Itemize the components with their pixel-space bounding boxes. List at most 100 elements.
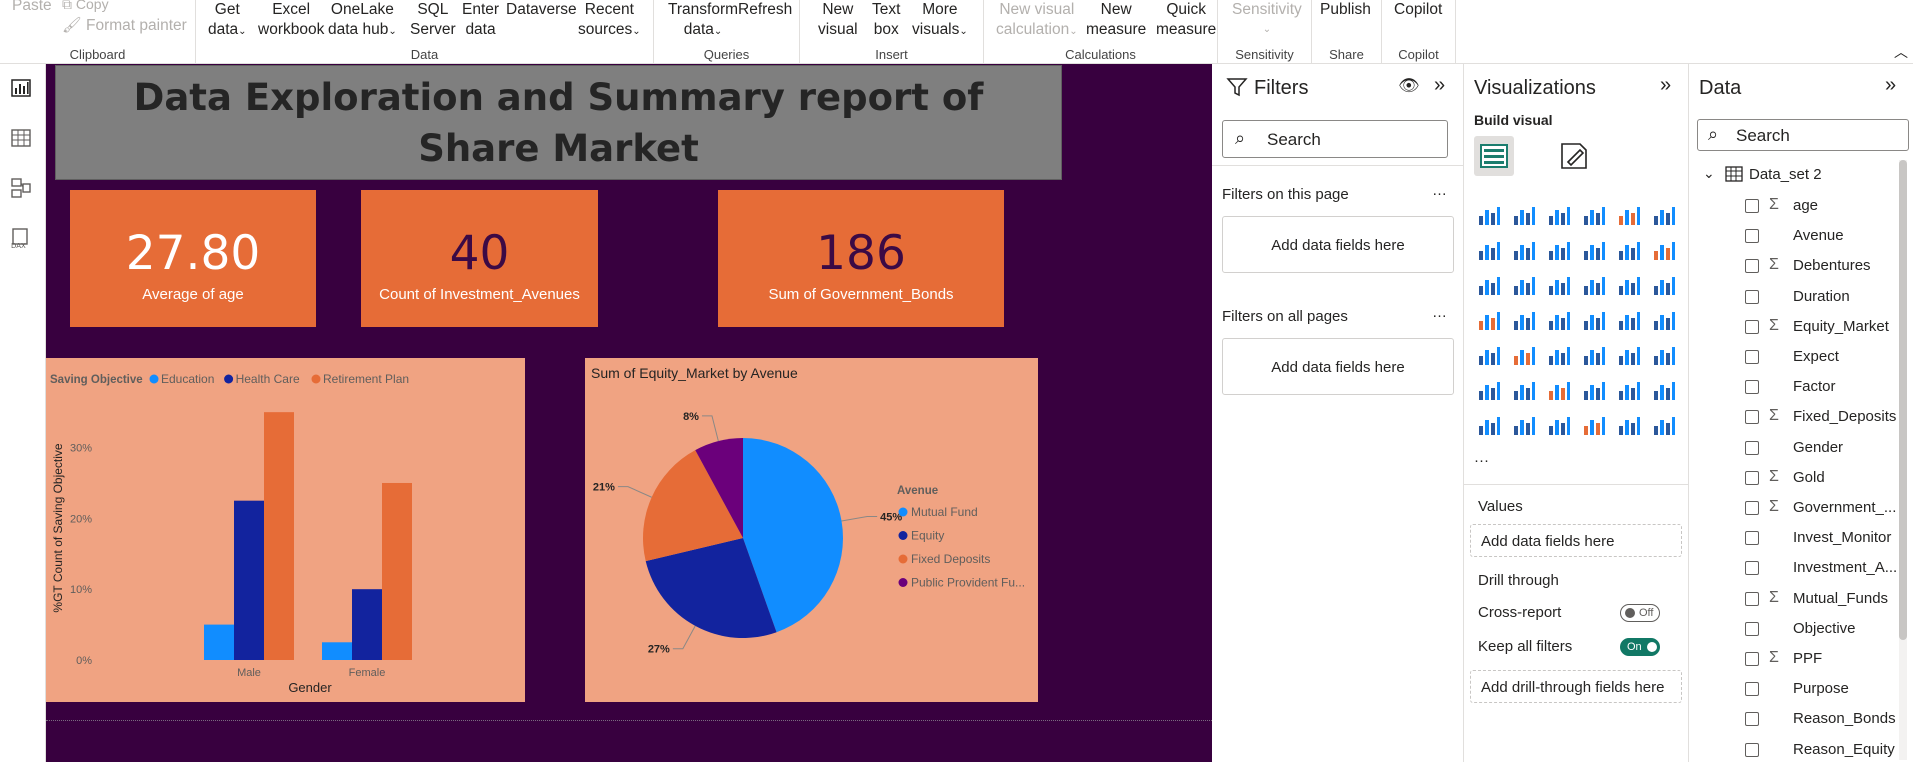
drill-through-drop-zone[interactable]: Add drill-through fields here [1470,670,1682,703]
more-options-icon[interactable]: … [1432,304,1447,321]
paste-button[interactable]: Paste [12,0,52,16]
field-item[interactable]: Gender [1689,434,1913,464]
field-checkbox[interactable] [1745,259,1759,274]
field-checkbox[interactable] [1745,199,1759,213]
get-data-button[interactable]: Get data⌄ [208,0,247,42]
onelake-button[interactable]: OneLake data hub⌄ [328,0,397,42]
field-item[interactable]: Avenue [1689,222,1913,252]
sensitivity-button[interactable]: Sensitivity ⌄ [1232,0,1302,40]
keep-all-filters-toggle[interactable]: On [1620,638,1660,656]
line-visual-icon[interactable] [1476,237,1502,263]
enter-data-button[interactable]: Enter data [462,0,499,40]
copy-button[interactable]: ⧉ Copy [62,0,109,14]
waterfall-visual-icon[interactable] [1616,237,1642,263]
data-search-input[interactable]: ⌕ Search [1697,119,1909,151]
copilot-button[interactable]: Copilot [1394,0,1442,20]
field-checkbox[interactable] [1745,501,1759,515]
field-item[interactable]: Duration [1689,283,1913,313]
report-view-icon[interactable] [10,77,32,99]
card-visual-icon[interactable] [1651,307,1677,333]
field-checkbox[interactable] [1745,380,1759,395]
donut-visual-icon[interactable] [1651,272,1677,298]
field-item[interactable]: Σ PPF [1689,645,1913,675]
collapse-filters-icon[interactable]: » [1434,74,1445,97]
build-visual-tab[interactable] [1474,136,1514,176]
field-checkbox[interactable] [1745,229,1759,244]
treemap-visual-icon[interactable] [1476,307,1502,333]
recent-sources-button[interactable]: Recent sources⌄ [578,0,641,42]
key-influencers-visual-icon[interactable] [1511,377,1537,403]
report-canvas[interactable]: Data Exploration and Summary report of S… [46,64,1212,762]
ribbon-visual-icon[interactable] [1581,237,1607,263]
100-bar-visual-icon[interactable] [1616,202,1642,228]
field-checkbox[interactable] [1745,712,1759,727]
pie-visual-icon[interactable] [1616,272,1642,298]
new-card-visual-icon[interactable] [1511,412,1537,438]
field-item[interactable]: Invest_Monitor [1689,524,1913,554]
filled-map-visual-icon[interactable] [1546,307,1572,333]
dax-query-view-icon[interactable]: DAX [10,227,32,249]
new-visual-button[interactable]: New visual [818,0,858,40]
field-item[interactable]: Σage [1689,192,1913,222]
line-clustered-visual-icon[interactable] [1476,272,1502,298]
field-checkbox[interactable] [1745,621,1759,636]
kpi-visual-icon[interactable] [1511,342,1537,368]
table-name[interactable]: Data_set 2 [1749,166,1822,183]
power-apps-visual-icon[interactable] [1616,412,1642,438]
stacked-bar-visual-icon[interactable] [1476,202,1502,228]
field-checkbox[interactable] [1745,470,1759,485]
table-visual-icon[interactable] [1581,342,1607,368]
quick-measure-button[interactable]: Quick measure [1156,0,1216,40]
qa-visual-icon[interactable] [1581,377,1607,403]
r-visual-visual-icon[interactable] [1651,342,1677,368]
area-visual-icon[interactable] [1511,237,1537,263]
clustered-bar-visual-icon[interactable] [1546,202,1572,228]
clustered-column-visual-icon[interactable] [1581,202,1607,228]
scrollbar-track[interactable] [1899,160,1907,760]
trophy-visual-icon[interactable] [1651,377,1677,403]
field-item[interactable]: Σ Mutual_Funds [1689,585,1913,615]
values-drop-zone[interactable]: Add data fields here [1470,524,1682,557]
field-checkbox[interactable] [1745,591,1759,606]
field-checkbox[interactable] [1745,531,1759,546]
new-visual-calculation-button[interactable]: New visual calculation⌄ [996,0,1078,42]
stacked-area-visual-icon[interactable] [1546,237,1572,263]
field-checkbox[interactable] [1745,440,1759,455]
text-box-button[interactable]: Text box [872,0,900,40]
multi-card-visual-icon[interactable] [1476,342,1502,368]
field-checkbox[interactable] [1745,742,1759,757]
more-visuals-icon[interactable]: ··· [1474,452,1489,469]
excel-workbook-button[interactable]: Excel workbook [258,0,324,40]
field-item[interactable]: Σ Equity_Market [1689,313,1913,343]
format-painter-button[interactable]: 🖌 Format painter [62,16,187,36]
field-checkbox[interactable] [1745,410,1759,425]
eye-icon[interactable]: 👁 [1398,76,1420,96]
field-item[interactable]: Reason_Bonds [1689,705,1913,735]
metrics-visual-icon[interactable] [1581,412,1607,438]
field-checkbox[interactable] [1745,319,1759,334]
card-count-investment-avenues[interactable]: 40 Count of Investment_Avenues [361,190,598,327]
matrix-visual-icon[interactable] [1616,342,1642,368]
format-visual-icon[interactable] [1558,140,1590,172]
paginated-visual-icon[interactable] [1476,412,1502,438]
more-options-icon[interactable]: … [1432,182,1447,199]
collapse-ribbon-icon[interactable]: ︿ [1894,42,1908,62]
stacked-column-visual-icon[interactable] [1511,202,1537,228]
publish-button[interactable]: Publish [1320,0,1371,20]
all-pages-filters-drop-zone[interactable]: Add data fields here [1222,338,1454,395]
collapse-data-icon[interactable]: » [1885,74,1896,97]
100-column-visual-icon[interactable] [1651,202,1677,228]
python-visual-visual-icon[interactable] [1476,377,1502,403]
decomposition-tree-visual-icon[interactable] [1546,377,1572,403]
expand-table-icon[interactable]: ⌄ [1703,165,1715,182]
field-item[interactable]: Reason_Equity [1689,736,1913,766]
refresh-button[interactable]: Refresh [738,0,792,20]
equity-market-pie-chart[interactable]: Sum of Equity_Market by Avenue 45% 27% 21% 8… [585,358,1038,702]
model-view-icon[interactable] [10,177,32,199]
field-item[interactable]: Expect [1689,343,1913,373]
field-checkbox[interactable] [1745,682,1759,697]
card-sum-government-bonds[interactable]: 186 Sum of Government_Bonds [718,190,1004,327]
smart-narrative-visual-icon[interactable] [1616,377,1642,403]
field-checkbox[interactable] [1745,561,1759,576]
filters-search-input[interactable]: ⌕ Search [1222,120,1448,158]
